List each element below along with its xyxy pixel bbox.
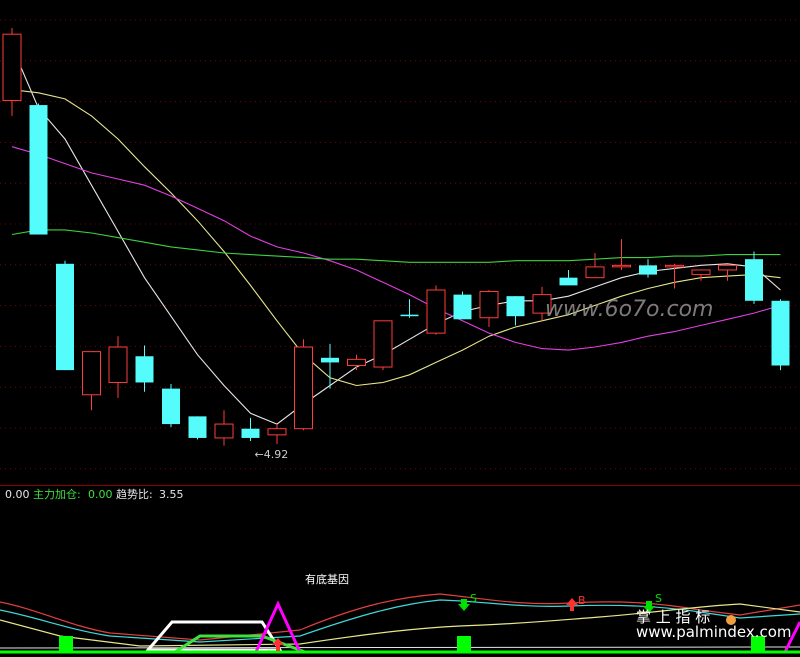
candle-body xyxy=(479,291,499,319)
candle-body xyxy=(29,105,48,235)
candle xyxy=(108,336,128,398)
candle-body xyxy=(56,263,74,371)
candle-body xyxy=(214,423,234,439)
price-grid xyxy=(0,19,800,470)
candle-body xyxy=(321,357,339,363)
candle xyxy=(2,28,22,116)
candle-body xyxy=(347,358,366,367)
candle-body xyxy=(745,259,763,301)
candle-body xyxy=(506,296,525,317)
up-arrow-icon xyxy=(566,598,578,611)
candle-body xyxy=(665,264,684,268)
candle xyxy=(479,290,499,327)
candle xyxy=(321,343,339,389)
candle-body xyxy=(691,269,711,276)
candle xyxy=(214,410,234,446)
candle xyxy=(82,351,101,411)
stock-chart: ←4.92 0.00 主力加仓: 0.00 趋势比: 3.55 有底基因 S B… xyxy=(0,19,800,654)
candle-body xyxy=(718,264,737,271)
ma-line-ma10 xyxy=(11,89,781,387)
watermark-top: www.6o7o.com xyxy=(545,297,713,322)
watermark-bottom-url: www.palmindex.com xyxy=(636,623,792,641)
candle-body xyxy=(241,428,260,438)
candle-body xyxy=(2,33,22,101)
candle xyxy=(29,103,48,235)
indicator-value-trend-ratio: 3.55 xyxy=(159,488,184,501)
candle-body xyxy=(108,346,128,383)
candle-body xyxy=(426,289,446,334)
candle xyxy=(56,260,74,371)
candle xyxy=(559,269,578,286)
candle xyxy=(162,384,180,428)
candle xyxy=(745,251,763,304)
candle xyxy=(241,417,260,442)
candle-body xyxy=(400,314,419,317)
green-block-2 xyxy=(457,636,471,652)
indicator-white-base xyxy=(0,646,800,649)
indicator-name-main-add: 主力加仓: xyxy=(33,487,81,501)
indicator-name-trend-ratio: 趋势比: xyxy=(116,488,153,501)
candle xyxy=(135,345,154,392)
signal-s-label-2: S xyxy=(655,592,662,605)
candle-body xyxy=(162,388,180,425)
candle xyxy=(612,239,631,270)
candle xyxy=(373,320,393,371)
candle xyxy=(506,296,525,326)
candle xyxy=(188,416,207,440)
candle xyxy=(347,354,366,371)
candle xyxy=(267,424,287,445)
candle-body xyxy=(188,416,207,438)
gene-label: 有底基因 xyxy=(305,572,349,586)
candle-body xyxy=(294,346,313,430)
candle xyxy=(453,291,472,320)
candle xyxy=(718,264,737,281)
candle xyxy=(639,259,657,278)
candle-body xyxy=(585,266,605,279)
low-price-label: ←4.92 xyxy=(255,448,289,461)
candle xyxy=(585,253,605,279)
green-block-1 xyxy=(59,636,73,652)
candle-body xyxy=(373,320,393,368)
candle xyxy=(771,299,790,371)
candle-body xyxy=(639,265,657,275)
signal-buy: B xyxy=(566,594,586,611)
candle-body xyxy=(135,356,154,383)
indicator-value-main-add: 0.00 xyxy=(88,488,113,501)
indicator-value-0: 0.00 xyxy=(5,488,30,501)
candle-body xyxy=(267,428,287,436)
candle-body xyxy=(453,294,472,320)
signal-s-label-1: S xyxy=(470,592,477,605)
candle-body xyxy=(771,300,790,366)
candle xyxy=(426,285,446,335)
candle xyxy=(400,299,419,318)
signal-b-label: B xyxy=(578,594,586,607)
candle-body xyxy=(612,264,631,268)
candle xyxy=(294,339,313,431)
candle-body xyxy=(82,351,101,396)
candle-body xyxy=(559,277,578,286)
ma-line-ma60 xyxy=(11,229,781,263)
